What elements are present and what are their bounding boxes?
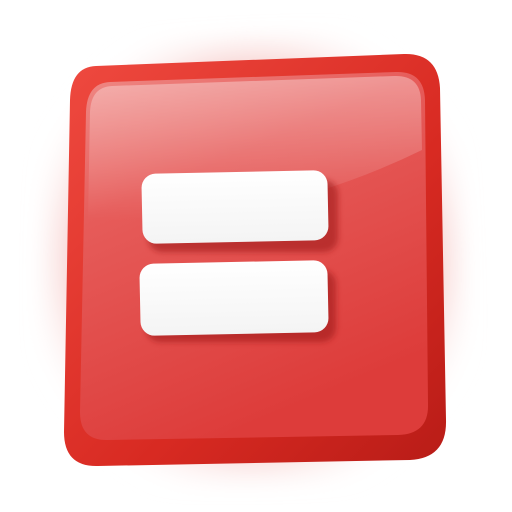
equals-top-bar xyxy=(141,170,329,244)
icon-canvas xyxy=(0,0,512,512)
equals-icon-graphic xyxy=(20,11,487,505)
equals-icon[interactable] xyxy=(0,0,512,512)
equals-bottom-bar xyxy=(139,260,329,336)
